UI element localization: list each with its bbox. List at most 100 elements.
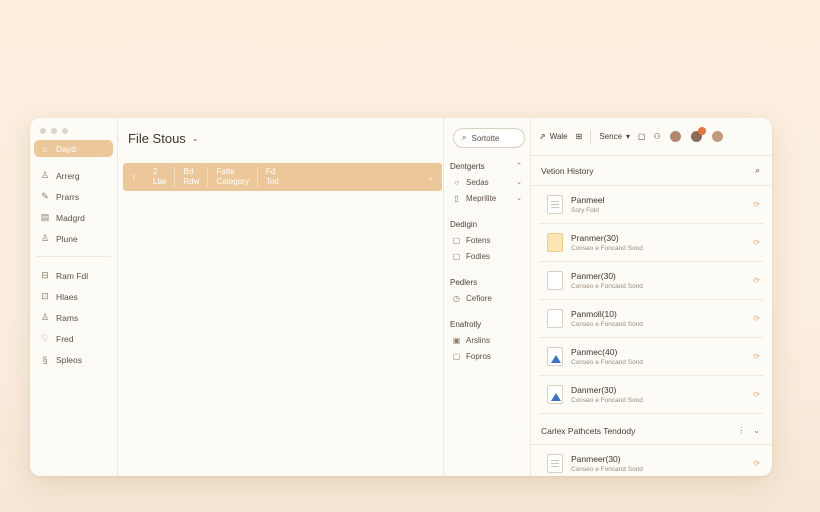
folder-document-icon xyxy=(547,233,563,252)
toolbar-divider xyxy=(590,129,592,144)
filter-item[interactable]: ▢ Fopros xyxy=(450,348,524,364)
sidebar-item-arrerg[interactable]: ♙ Arrerg xyxy=(34,165,113,186)
restore-icon[interactable]: ⟳ xyxy=(753,352,760,361)
filter-item[interactable]: ▯ Meprilite ⌄ xyxy=(450,190,524,206)
sidebar-item-label: Dayd xyxy=(56,143,76,154)
filter-group-header[interactable]: Enafrolly xyxy=(450,316,524,332)
filter-item[interactable]: ▢ Fotens xyxy=(450,232,524,248)
chevron-up-icon: ⌃ xyxy=(516,163,522,170)
filter-group: Pedlers ◷ Cefiore xyxy=(450,274,524,306)
document-icon xyxy=(547,454,563,473)
file-pane: File Stous ⌄ ↑ 2 Lbe Bd Rdw Fatte Catego… xyxy=(118,118,444,476)
grid-icon[interactable]: ⊞ xyxy=(576,132,583,141)
clock-icon: ◷ xyxy=(453,293,460,303)
app-window: ⌂ Dayd ♙ Arrerg ✎ Prarrs ▤ Madgrd ♙ Plun… xyxy=(30,118,772,476)
sidebar-item-label: Spleos xyxy=(56,354,82,365)
box-icon: ⊡ xyxy=(41,291,49,301)
sidebar-item-spleos[interactable]: § Spleos xyxy=(34,349,113,370)
sidebar-item-plune[interactable]: ♙ Plune xyxy=(34,228,113,249)
share-button[interactable]: ⇗ Wale xyxy=(539,132,568,141)
filter-group: Dedigin ▢ Fotens ▢ Fodies xyxy=(450,216,524,264)
user-icon: ♙ xyxy=(40,170,50,180)
search-icon[interactable]: ⌕ xyxy=(755,165,760,176)
filter-group-header[interactable]: Dentgerts ⌃ xyxy=(450,158,524,174)
chevron-down-icon: ⌄ xyxy=(191,134,199,143)
chevron-down-icon[interactable]: ⌄ xyxy=(427,173,434,182)
section-title: Vetion History xyxy=(541,165,594,176)
sidebar-item-label: Plune xyxy=(56,233,78,244)
column-header[interactable]: Fatte Category xyxy=(208,167,258,187)
image-icon: ▣ xyxy=(452,335,461,345)
version-item[interactable]: Danmer(30) Conseo e Foncand Sond ⟳ xyxy=(539,376,764,414)
filter-group: Enafrolly ▣ Arslins ▢ Fopros xyxy=(450,316,524,364)
sort-up-icon[interactable]: ↑ xyxy=(123,172,145,182)
sidebar-item-label: Madgrd xyxy=(56,212,85,223)
more-icon[interactable]: ⋮ xyxy=(737,426,745,435)
sidebar-item-fred[interactable]: ♡ Fred xyxy=(34,328,113,349)
restore-icon[interactable]: ⟳ xyxy=(753,276,760,285)
column-header[interactable]: Bd Rdw xyxy=(175,167,209,187)
document-icon xyxy=(547,309,563,328)
file-icon: ▯ xyxy=(454,193,459,203)
recent-item[interactable]: Panmeer(30) Conseo e Foncand Sond ⟳ xyxy=(539,445,764,476)
sidebar-item-label: Ram Fdl xyxy=(56,270,89,281)
version-item[interactable]: Pranmer(30) Conseo e Foncand Sond ⟳ xyxy=(539,224,764,262)
users-icon[interactable]: ⚇ xyxy=(654,132,661,141)
sidebar-item-label: Prarrs xyxy=(56,191,80,202)
user-icon: ♙ xyxy=(40,233,50,243)
right-pane: ⇗ Wale ⊞ Sence ▾ ▢ ⚇ Vetion History ⌕ Pa… xyxy=(531,118,772,476)
version-item[interactable]: Panmer(30) Conseo e Foncand Sond ⟳ xyxy=(539,262,764,300)
filter-group-header[interactable]: Pedlers xyxy=(450,274,524,290)
sidebar-item-ram-fdl[interactable]: ⊟ Ram Fdl xyxy=(34,265,113,286)
search-button[interactable]: ⌕ Sortotte xyxy=(453,128,525,148)
version-history-header: Vetion History ⌕ xyxy=(531,156,772,186)
sidebar-item-hlaes[interactable]: ⊡ Hlaes xyxy=(34,286,113,307)
chevron-down-icon: ⌄ xyxy=(516,195,522,202)
filter-item[interactable]: ◷ Cefiore xyxy=(450,290,524,306)
minimize-dot-icon[interactable] xyxy=(51,128,57,134)
home-icon: ⌂ xyxy=(42,143,48,154)
avatar[interactable] xyxy=(710,130,724,143)
sidebar-item-label: Fred xyxy=(56,333,74,344)
column-header[interactable]: Fd Tod xyxy=(258,167,287,187)
restore-icon[interactable]: ⟳ xyxy=(753,459,760,468)
filter-item[interactable]: ○ Sedas ⌄ xyxy=(450,174,524,190)
restore-icon[interactable]: ⟳ xyxy=(753,200,760,209)
chevron-down-icon[interactable]: ⌄ xyxy=(753,426,760,435)
recent-header: Carlex Pathcets Tendody ⋮ ⌄ xyxy=(531,417,772,445)
sidebar-divider xyxy=(36,256,111,257)
sidebar-item-label: Rams xyxy=(56,312,79,323)
share-icon: ⇗ xyxy=(539,132,546,141)
toolbar: ⇗ Wale ⊞ Sence ▾ ▢ ⚇ xyxy=(531,118,772,156)
page-title: File Stous xyxy=(128,131,186,146)
service-dropdown[interactable]: Sence ▾ xyxy=(599,132,630,141)
table-header: ↑ 2 Lbe Bd Rdw Fatte Category Fd Tod ⌄ xyxy=(123,163,442,191)
restore-icon[interactable]: ⟳ xyxy=(753,390,760,399)
version-item[interactable]: Panmoll(10) Conseo e Foncand Sond ⟳ xyxy=(539,300,764,338)
user-icon: ♙ xyxy=(40,312,50,322)
square-icon[interactable]: ▢ xyxy=(638,132,646,141)
close-dot-icon[interactable] xyxy=(40,128,46,134)
avatar[interactable] xyxy=(689,127,706,143)
sidebar-item-prarrs[interactable]: ✎ Prarrs xyxy=(34,186,113,207)
column-header[interactable]: 2 Lbe xyxy=(145,167,176,187)
sidebar-item-dayd[interactable]: ⌂ Dayd xyxy=(34,140,113,157)
filter-item[interactable]: ▢ Fodies xyxy=(450,248,524,264)
file-title-dropdown[interactable]: File Stous ⌄ xyxy=(128,131,199,146)
sidebar-item-rams[interactable]: ♙ Rams xyxy=(34,307,113,328)
avatar[interactable] xyxy=(668,130,682,143)
filter-group-header[interactable]: Dedigin xyxy=(450,216,524,232)
window-controls xyxy=(34,126,113,140)
restore-icon[interactable]: ⟳ xyxy=(753,314,760,323)
folder-icon: ⊟ xyxy=(41,270,49,280)
version-item[interactable]: Panmec(40) Conseo e Foncand Sond ⟳ xyxy=(539,338,764,376)
restore-icon[interactable]: ⟳ xyxy=(753,238,760,247)
sidebar-item-label: Arrerg xyxy=(56,170,80,181)
version-item[interactable]: Panmeel Sory Fold ⟳ xyxy=(539,186,764,224)
sidebar-item-madgrd[interactable]: ▤ Madgrd xyxy=(34,207,113,228)
filter-item[interactable]: ▣ Arslins xyxy=(450,332,524,348)
document-icon xyxy=(547,271,563,290)
maximize-dot-icon[interactable] xyxy=(62,128,68,134)
checkbox-icon: ▢ xyxy=(452,351,461,361)
image-document-icon xyxy=(547,347,563,366)
